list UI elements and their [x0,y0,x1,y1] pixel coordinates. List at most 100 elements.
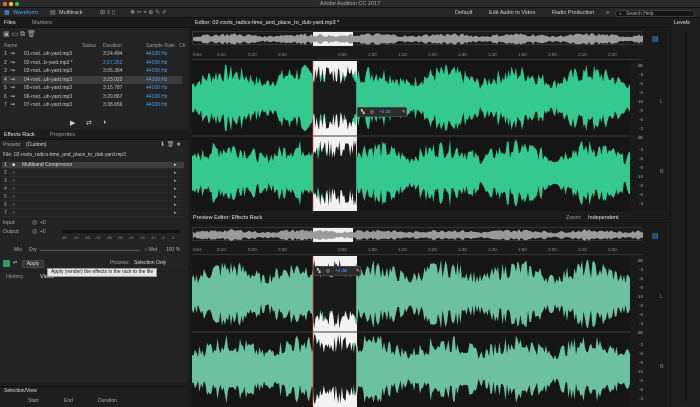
workspace-default[interactable]: Default [455,8,472,18]
transport-loop-icon[interactable]: ⇄ [86,119,92,127]
process-select[interactable]: Selection Only [134,260,166,267]
file-row[interactable]: 7 ⇝ 07-root...uh-yard.mp3 3:38.659 44100 Hz [2,101,182,109]
col-sample-rate[interactable]: Sample Rate [146,42,175,50]
effect-slot[interactable]: 3 ○ ▸ [2,178,184,185]
file-row-number: 3 [4,68,7,74]
slot-menu-icon[interactable]: ▸ [174,170,177,177]
tab-history[interactable]: History [6,273,23,282]
presets-select[interactable]: (Custom) [26,142,47,149]
editor-channel-l[interactable]: L [660,99,663,106]
tool-icons[interactable]: ⊞ ≡ ▯ [100,8,115,18]
editor-time-ruler[interactable]: hms 0:10 0:20 0:30 0:50 1:00 1:10 1:20 1:30 1:40 1… [192,52,642,60]
file-name: 03-root...uh-yard.mp3 [24,68,73,74]
multitrack-icon[interactable]: ▤ [50,8,56,18]
db-tick: -3 [638,201,643,206]
waveform-tab[interactable]: Waveform [13,8,38,18]
output-knob-icon[interactable]: ◎ [32,229,37,236]
editor-overview[interactable] [192,31,643,46]
search-help-input[interactable]: ⌕ Search Help [615,10,695,17]
transport-play-icon[interactable]: ▶ [70,119,75,127]
effect-slot[interactable]: 4 ○ ▸ [2,186,184,193]
waveform-icon[interactable]: ▦ [4,8,10,18]
effect-slot[interactable]: 1 ■ Multiband Compressor ▸ [2,162,184,169]
selection-view-title: Selection/View [4,388,37,394]
effect-slot[interactable]: 5 ○ ▸ [2,194,184,201]
file-row[interactable]: 3 ⇝ 03-root...uh-yard.mp3 3:05.364 44100 Hz [2,67,182,75]
more-workspaces-icon[interactable]: » [606,8,609,18]
preview-hud-gain-value[interactable]: +0 dB [335,267,347,275]
file-row[interactable]: 1 ⇝ 01-root...uh-yard.mp3 3:24.494 44100 Hz [2,50,182,58]
file-row[interactable]: 6 ⇝ 06-root...uh-yard.mp3 3:29.867 44100 Hz [2,93,182,101]
power-toggle-icon[interactable] [3,260,10,267]
ruler-tick: 2:10 [578,247,587,252]
move-tool-icon[interactable]: ✥ ✂ ⌖ ⊕ ✎ ✐ [130,8,167,18]
slot-power-icon[interactable]: ○ [12,202,15,209]
slot-power-icon[interactable]: ■ [12,162,15,169]
apply-button[interactable]: Apply [22,260,44,268]
hud-pin-icon[interactable]: ✎ [402,108,406,116]
multitrack-tab[interactable]: Multitrack [59,8,83,18]
file-row[interactable]: 4 ⇝ 04-root...uh-yard.mp3 3:23.022 44100 Hz [2,75,182,84]
effect-slot[interactable]: 6 ○ ▸ [2,202,184,209]
editor-waveform-area[interactable]: ▚ ◎ +0 dB ✎ [192,61,630,211]
col-name[interactable]: Name [4,42,17,50]
slot-menu-icon[interactable]: ▸ [174,162,177,169]
output-gain-value[interactable]: +0 [40,229,46,236]
input-knob-icon[interactable]: ◎ [32,220,37,227]
col-status[interactable]: Status [82,42,96,50]
tab-properties[interactable]: Properties [50,131,75,140]
editor-channel-r[interactable]: R [660,169,664,176]
preview-channel-r[interactable]: R [660,364,664,371]
slot-menu-icon[interactable]: ▸ [174,202,177,209]
file-row[interactable]: 2 ⇝ 02-root...b-yard.mp3 * 2:27.252 44100 Hz [2,59,182,67]
tab-files[interactable]: Files [4,19,16,28]
slot-power-icon[interactable]: ○ [12,194,15,201]
preview-channel-l[interactable]: L [660,294,663,301]
files-toolbar-icons[interactable]: ▣ ▭ ⧉ 🗑 [3,30,36,39]
hud-gain-value[interactable]: +0 dB [379,108,391,116]
slot-power-icon[interactable]: ○ [12,186,15,193]
db-tick: -3 [638,342,643,347]
editor-volume-hud[interactable]: ▚ ◎ +0 dB ✎ [357,107,407,117]
preview-hud-knob-icon[interactable]: ◎ [326,267,330,275]
zoom-select[interactable]: Independent [588,214,619,223]
db-tick: -15 [636,294,643,299]
ruler-tick: 1:50 [518,52,527,57]
file-row[interactable]: 5 ⇝ 05-root...uh-yard.mp3 3:15.787 44100 Hz [2,84,182,92]
slot-power-icon[interactable]: ○ [12,170,15,177]
preview-waveform [192,256,630,407]
preview-overview[interactable] [192,227,643,242]
tab-effects-rack[interactable]: Effects Rack [4,131,35,140]
preview-time-ruler[interactable]: hms 0:10 0:20 0:30 0:50 1:00 1:10 1:20 1:30 1:40 1… [192,247,642,255]
effect-slot[interactable]: 2 ○ ▸ [2,170,184,177]
slot-power-icon[interactable]: ○ [12,210,15,217]
tab-markers[interactable]: Markers [32,19,52,28]
slot-menu-icon[interactable]: ▸ [174,178,177,185]
slot-power-icon[interactable]: ○ [12,178,15,185]
bypass-icon[interactable]: ⇄ [13,260,17,267]
hud-meter-icon: ▚ [361,109,365,114]
file-sample-rate: 44100 Hz [146,68,168,74]
slot-menu-icon[interactable]: ▸ [174,186,177,193]
effect-slot[interactable]: 7 ○ ▸ [2,210,184,217]
col-duration[interactable]: Duration [103,42,122,50]
preview-hud-pin-icon[interactable]: ✎ [356,267,360,275]
ruler-tick: 2:10 [578,52,587,57]
mix-value[interactable]: 100 % [166,247,180,254]
db-tick: -6 [638,192,643,197]
slot-menu-icon[interactable]: ▸ [174,210,177,217]
mix-slider[interactable] [40,250,140,251]
transport-autoplay-icon[interactable]: ◑ [102,119,106,126]
workspace-edit-audio-to-video[interactable]: Edit Audio to Video [489,8,535,18]
mix-wet-radio[interactable]: ○ Wet [144,247,157,254]
hud-knob-icon[interactable]: ◎ [370,108,374,116]
preset-actions-icons[interactable]: ⬇ 🗑 ★ [160,142,181,149]
preview-zoom-icon[interactable]: ▤ [652,232,659,240]
preview-volume-hud[interactable]: ▚ ◎ +0 dB ✎ [313,266,361,276]
workspace-radio-production[interactable]: Radio Production [552,8,594,18]
zoom-panel-icon[interactable]: ▤ [652,35,659,43]
slot-menu-icon[interactable]: ▸ [174,194,177,201]
col-channels[interactable]: Ch [179,42,185,50]
input-gain-value[interactable]: +0 [40,220,46,227]
preview-waveform-area[interactable]: ▚ ◎ +0 dB ✎ [192,256,630,407]
